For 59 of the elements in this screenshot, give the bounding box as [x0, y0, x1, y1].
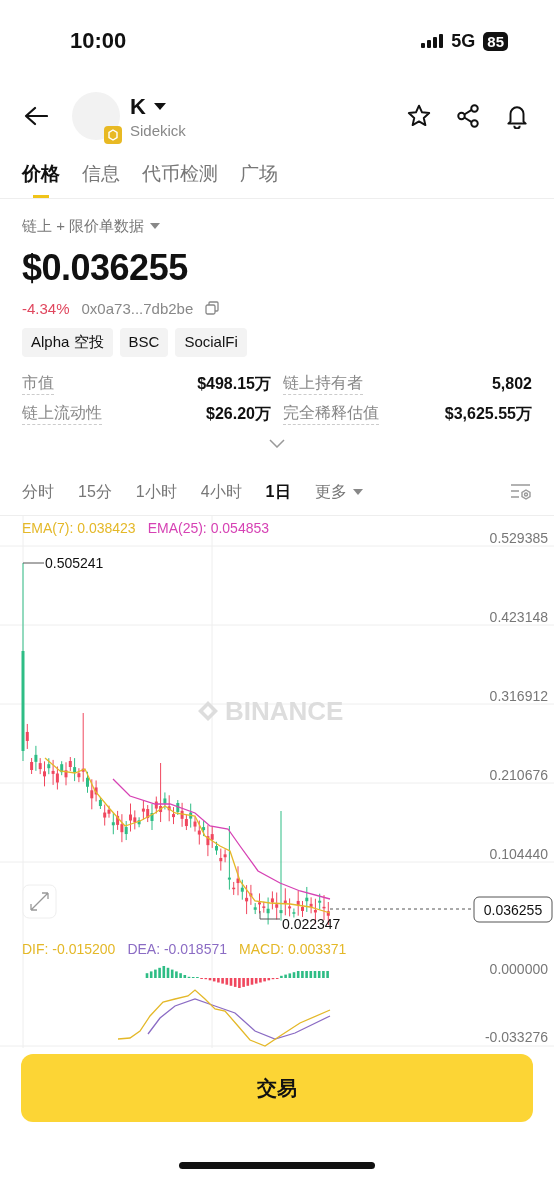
last-price-tag: 0.036255 [473, 896, 553, 923]
tag[interactable]: BSC [119, 328, 169, 357]
bell-icon[interactable] [504, 103, 530, 129]
leader-line [259, 910, 281, 920]
tab[interactable]: 广场 [240, 150, 278, 198]
chain-badge-icon [104, 126, 122, 144]
high-label: 0.505241 [45, 555, 104, 571]
copy-icon[interactable] [205, 301, 220, 315]
more-label[interactable]: 更多 [314, 481, 347, 503]
ema-legend: EMA(25): 0.054853 [147, 520, 270, 536]
chevron-down-icon[interactable] [269, 439, 285, 448]
axis-label: 0.423148 [489, 609, 548, 625]
interval-tab[interactable]: 15分 [78, 481, 112, 503]
tag[interactable]: Alpha 空投 [22, 328, 113, 357]
stat-value: $26.20万 [206, 403, 271, 424]
interval-tab[interactable]: 4小时 [200, 481, 242, 503]
price-value: $0.036255 [22, 247, 189, 289]
interval-tab[interactable]: 1小时 [135, 481, 177, 503]
signal-icon [421, 34, 444, 48]
back-icon[interactable] [24, 106, 48, 126]
tab[interactable]: 信息 [82, 150, 120, 198]
stat-label: 市值 [22, 373, 54, 395]
stat-value: $498.15万 [197, 373, 271, 394]
chart-settings-icon[interactable] [510, 482, 532, 502]
token-name: Sidekick [130, 121, 186, 139]
stat-value: $3,625.55万 [444, 403, 532, 424]
axis-label: 0.104440 [489, 846, 548, 862]
macd-legend: DIF: -0.015200 [22, 941, 116, 957]
axis-label: 0.316912 [489, 688, 548, 704]
stat-label: 链上流动性 [22, 403, 102, 425]
low-label: 0.022347 [282, 916, 341, 932]
expand-button[interactable] [22, 884, 57, 919]
interval-tab[interactable]: 分时 [22, 481, 54, 503]
caret-icon[interactable] [153, 102, 166, 111]
leader-line [22, 562, 45, 564]
stat-value: 5,802 [491, 375, 532, 393]
tag[interactable]: SocialFi [175, 328, 247, 357]
tab[interactable]: 代币检测 [142, 150, 218, 198]
contract-address: 0x0a73...7db2be [81, 299, 194, 317]
token-symbol[interactable]: K [130, 93, 146, 120]
data-source-label[interactable]: 链上 + 限价单数据 [22, 216, 145, 236]
axis-label: -0.033276 [484, 1029, 548, 1045]
stat-label: 完全稀释估值 [283, 403, 379, 425]
ema-legend: EMA(7): 0.038423 [22, 520, 136, 536]
network-label: 5G [451, 30, 476, 52]
stat-label: 链上持有者 [283, 373, 363, 395]
axis-label: 0.529385 [489, 530, 548, 546]
macd-legend: MACD: 0.003371 [239, 941, 347, 957]
price-change: -4.34% [22, 299, 70, 317]
axis-label: 0.000000 [489, 961, 548, 977]
macd-legend: DEA: -0.018571 [127, 941, 227, 957]
star-icon[interactable] [406, 103, 432, 129]
trade-button[interactable]: 交易 [21, 1054, 533, 1122]
tab[interactable]: 价格 [22, 150, 60, 198]
status-time: 10:00 [70, 28, 127, 54]
share-icon[interactable] [455, 103, 481, 129]
axis-label: 0.210676 [489, 767, 548, 783]
battery-level: 85 [483, 31, 508, 51]
interval-tab[interactable]: 1日 [265, 481, 291, 503]
